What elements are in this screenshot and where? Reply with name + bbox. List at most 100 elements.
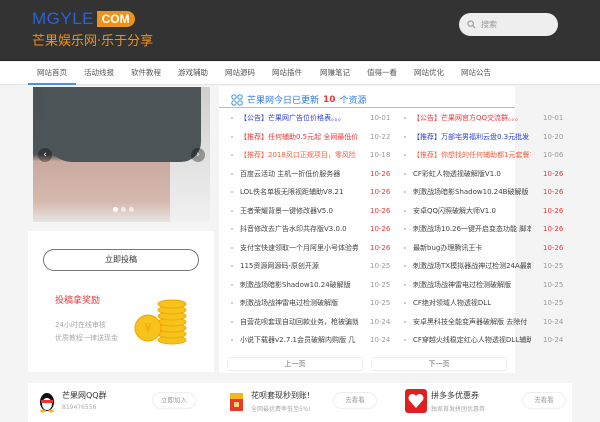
- bullet: [231, 172, 233, 175]
- item-date: 10-24: [543, 336, 564, 344]
- promo-name: 花呗套现秒到账!: [251, 391, 311, 400]
- item-title[interactable]: 刺激战场TX模拟器战神过检测24A最新: [413, 260, 531, 272]
- item-title[interactable]: 【公告】芒果网广告位价格表。。。: [240, 112, 358, 124]
- item-date: 10-24: [370, 317, 391, 326]
- title-prefix: 芒果网今日已更新: [247, 96, 320, 106]
- bullet: [404, 320, 406, 323]
- item-date: 10-24: [543, 317, 564, 326]
- item-title[interactable]: 刺激战场10.26一键开启变态功能 脚本: [413, 223, 531, 235]
- item-title[interactable]: CF穿越火线稳定红心人物透视DLL辅助: [413, 334, 531, 346]
- search-icon: [467, 20, 476, 29]
- carousel-dot[interactable]: [121, 207, 126, 212]
- pinduoduo-icon: [405, 389, 427, 413]
- item-title[interactable]: 王者荣耀背景一键修改器V5.0: [240, 205, 358, 217]
- item-title[interactable]: 刺激战场战神雷电过检测破解版: [413, 279, 531, 291]
- item-title[interactable]: 刺激战场暗影Shadow10.24B破解版: [413, 186, 531, 198]
- item-title[interactable]: 【公告】芒果网官方QQ交流群。。。: [413, 112, 531, 124]
- nav-game-aids[interactable]: 游戏辅助: [178, 62, 208, 85]
- item-title[interactable]: 刺激战场战神雷电过检测破解版: [240, 297, 358, 309]
- item-title[interactable]: CF彩虹人物透视破解版V1.0: [413, 168, 531, 180]
- item-date: 10-06: [543, 151, 564, 159]
- item-date: 10-24: [370, 336, 391, 344]
- carousel-dot[interactable]: [129, 207, 134, 212]
- bullet: [404, 172, 406, 175]
- view-pinduoduo-button[interactable]: 去看看: [522, 392, 566, 409]
- promo-name: 拼多多优惠券: [431, 391, 479, 400]
- item-date: 10-20: [543, 132, 564, 141]
- carousel-next-button[interactable]: ›: [191, 148, 205, 162]
- item-date: 10-26: [370, 188, 391, 196]
- qq-penguin-icon: [40, 393, 54, 413]
- item-title[interactable]: 刺激战场暗影Shadow10.24破解版: [240, 279, 358, 291]
- update-count: 10: [323, 94, 336, 105]
- carousel-dot[interactable]: [113, 207, 118, 212]
- item-title[interactable]: 安卓黑科技全能变声器破解版 去除付: [413, 316, 531, 328]
- bullet: [404, 339, 406, 341]
- search-input[interactable]: 搜索: [459, 13, 558, 36]
- carousel-photo: [43, 87, 201, 162]
- bullet: [231, 228, 233, 230]
- bullet: [231, 246, 233, 249]
- item-title[interactable]: 【推荐】万部宅男福利云盘0.3元批发: [413, 131, 531, 143]
- item-date: 10-25: [543, 299, 564, 307]
- bullet: [404, 246, 406, 249]
- nav-software[interactable]: 软件教程: [131, 62, 161, 85]
- view-huabei-button[interactable]: 去看看: [333, 392, 377, 409]
- nav-home[interactable]: 网站首页: [28, 62, 76, 85]
- nav-worth-seeing[interactable]: 值得一看: [367, 62, 397, 85]
- next-page-button[interactable]: 下一页: [371, 357, 507, 371]
- item-title[interactable]: 【推荐】2018风口正规项目，零风险: [240, 149, 358, 161]
- item-date: 10-26: [543, 188, 564, 196]
- red-envelope-icon: [230, 393, 243, 411]
- item-title[interactable]: 最新bug办理腾讯王卡: [413, 242, 531, 254]
- site-logo[interactable]: MGYLE COM 芒果娱乐网·乐于分享: [32, 9, 153, 49]
- nav-notes[interactable]: 网赚笔记: [320, 62, 350, 85]
- item-title[interactable]: 抖音修改去广告水印共存版V3.0.0: [240, 223, 358, 235]
- nav-source-code[interactable]: 网站源码: [225, 62, 255, 85]
- item-date: 10-25: [370, 280, 391, 289]
- nav-plugins[interactable]: 网站插件: [272, 62, 302, 85]
- item-title[interactable]: CF绝对领域人物透视DLL: [413, 297, 531, 309]
- item-title[interactable]: 115资源网源码-原创开源: [240, 260, 358, 272]
- item-title[interactable]: 百度云活动 主机一折低价服务器: [240, 168, 358, 180]
- item-title[interactable]: 支付宝快速领取一个月阿里小号体验券: [240, 242, 358, 254]
- logo-com-badge: COM: [96, 11, 135, 27]
- item-date: 10-26: [370, 206, 391, 215]
- promo-sub: 独家首发拼团优惠券: [431, 406, 486, 413]
- item-date: 10-22: [370, 132, 391, 141]
- item-title[interactable]: 自营花呗套现自动回款业务，枪被骗就: [240, 316, 358, 328]
- nav-announcements[interactable]: 网站公告: [461, 62, 491, 85]
- submission-panel: 立即投稿 投稿拿奖励 24小时在线审核 优质教程一律送现金 ¥: [28, 231, 214, 372]
- bullet: [231, 302, 233, 304]
- join-qq-group-button[interactable]: 立即加入: [152, 392, 196, 409]
- bullet: [231, 265, 233, 267]
- reward-title: 投稿拿奖励: [55, 296, 101, 306]
- item-date: 10-25: [543, 280, 564, 289]
- bullet: [404, 228, 406, 230]
- nav-activities[interactable]: 活动线报: [84, 62, 114, 85]
- item-date: 10-26: [543, 206, 564, 215]
- bullet: [231, 117, 233, 119]
- bullet: [404, 209, 406, 212]
- svg-text:¥: ¥: [144, 321, 152, 335]
- submit-post-button[interactable]: 立即投稿: [43, 249, 199, 271]
- updates-title: 芒果网今日已更新 10 个资源: [231, 93, 367, 106]
- title-divider: [219, 107, 515, 108]
- bullet: [404, 135, 406, 138]
- image-carousel[interactable]: ‹ ›: [33, 87, 210, 222]
- bullet: [231, 191, 233, 193]
- bullet: [231, 209, 233, 212]
- item-title[interactable]: 小说下载器v2.7.1会员破解内购版 几: [240, 334, 358, 346]
- item-title[interactable]: LOL佚名单板无限视距辅助V8.21: [240, 186, 358, 198]
- search-placeholder: 搜索: [481, 20, 497, 29]
- nav-seo[interactable]: 网站优化: [414, 62, 444, 85]
- prev-page-button[interactable]: 上一页: [227, 357, 363, 371]
- item-title[interactable]: 安卓QQ闪照破解大师V1.0: [413, 205, 531, 217]
- title-suffix: 个资源: [339, 96, 367, 106]
- item-date: 10-26: [543, 169, 564, 178]
- item-title[interactable]: 【推荐】任何辅助0.5元起 全网最低价: [240, 131, 358, 143]
- carousel-prev-button[interactable]: ‹: [38, 148, 52, 162]
- item-title[interactable]: 【推荐】你想找的任何辅助都1元套餐?: [413, 149, 531, 161]
- bullet: [231, 135, 233, 138]
- coins-icon: ¥: [134, 299, 187, 345]
